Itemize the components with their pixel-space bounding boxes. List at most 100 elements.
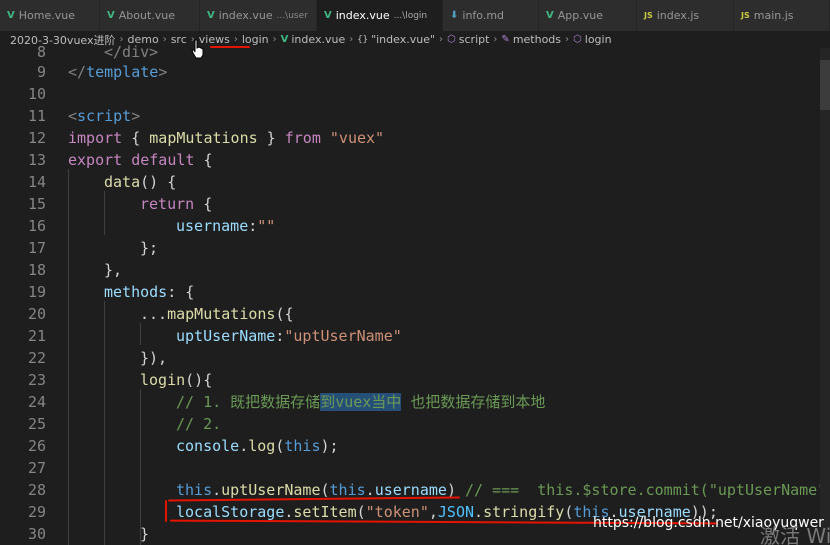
line-number: 15 (27, 195, 46, 213)
code-token: setItem (293, 503, 357, 521)
code-token: : (248, 217, 258, 235)
code-token: script (77, 107, 132, 125)
code-line: 20 ...mapMutations({ (0, 303, 830, 325)
code-token: log (248, 437, 276, 455)
line-number: 8 (36, 43, 46, 61)
code-token: 也把数据存储到本地 (401, 393, 546, 411)
code-line: 22}), (0, 347, 830, 369)
tab-label: About.vue (118, 9, 176, 22)
code-token: </div> (104, 43, 159, 61)
code-token: username (176, 217, 249, 235)
code-line: 24 // 1. 既把数据存储到vuex当中 也把数据存储到本地 (0, 391, 830, 413)
tab-path-hint: ...\login (393, 10, 428, 21)
line-number: 25 (27, 415, 46, 433)
code-token: : { (167, 283, 195, 301)
code-line: 8 </div> (0, 41, 830, 63)
code-token: JSON (437, 503, 475, 521)
code-line: 14 data() { (0, 171, 830, 193)
line-number: 13 (27, 151, 46, 169)
tab-label: App.vue (557, 9, 603, 22)
code-token: }), (140, 349, 168, 367)
vue-icon: V (107, 10, 115, 21)
code-token: < (68, 107, 78, 125)
code-token: ({ (275, 305, 294, 323)
code-token: . (212, 481, 222, 499)
code-token: "token" (365, 503, 429, 521)
tab-bar: V Home.vue V About.vue Vindex.vue ...\user Vin… (0, 0, 830, 31)
code-line: 10 (0, 83, 830, 105)
js-icon: JS (644, 11, 653, 20)
tab-app-vue[interactable]: V App.vue (539, 0, 637, 31)
code-token: this (284, 437, 321, 455)
line-number: 12 (27, 129, 46, 147)
tab-label: index.vue (335, 9, 390, 22)
code-token: { (122, 129, 150, 147)
code-line: 11 <script> (0, 105, 830, 127)
line-number: 27 (27, 459, 46, 477)
vertical-scrollbar[interactable] (820, 48, 830, 545)
vue-icon: V (207, 10, 215, 21)
code-token: import (68, 129, 123, 147)
code-token: ( (320, 481, 330, 499)
line-number: 30 (27, 525, 46, 543)
code-token: }, (104, 261, 123, 279)
tab-index-vue[interactable]: Vindex.vue ...\login (317, 0, 443, 31)
line-number: 10 (27, 85, 46, 103)
code-token: this (176, 481, 213, 499)
code-token: stringify (483, 503, 565, 521)
code-token: ); (320, 437, 339, 455)
tab-main-js[interactable]: JS main.js (734, 0, 830, 31)
code-token: { (194, 195, 213, 213)
code-token: localStorage (176, 503, 285, 521)
code-token: return (140, 195, 195, 213)
code-token: // === this.$store.commit("uptUserName" (465, 481, 827, 499)
vue-icon: V (546, 10, 554, 21)
tab-label: main.js (753, 9, 794, 22)
code-line: 9 </template> (0, 61, 830, 83)
code-token: "uptUserName" (284, 327, 402, 345)
tab-label: index.js (656, 9, 700, 22)
code-line: 19 methods: { (0, 281, 830, 303)
tab-info-md[interactable]: ⬇ info.md (443, 0, 539, 31)
code-token: > (158, 63, 168, 81)
tab-about-vue[interactable]: V About.vue (100, 0, 200, 31)
code-token: { (194, 151, 213, 169)
code-token: } (140, 525, 150, 543)
code-editor[interactable]: 8 </div> 9 </template> 10 11 <script> 12 imp… (0, 43, 830, 545)
tab-label: Home.vue (18, 9, 75, 22)
code-token: from (284, 129, 321, 147)
tab-label: index.vue (218, 9, 273, 22)
line-number: 17 (27, 239, 46, 257)
code-token: </ (68, 63, 87, 81)
scrollbar-thumb[interactable] (820, 60, 830, 110)
vue-icon: V (7, 10, 15, 21)
code-token: export (68, 151, 123, 169)
line-number: 18 (27, 261, 46, 279)
line-number: 21 (27, 327, 46, 345)
vue-icon: V (324, 10, 332, 21)
code-token: methods (104, 283, 168, 301)
line-number: 22 (27, 349, 46, 367)
code-token: . (365, 481, 375, 499)
code-token: (){ (185, 371, 213, 389)
line-number: 20 (27, 305, 46, 323)
code-line: 18}, (0, 259, 830, 281)
tab-index-vue[interactable]: Vindex.vue ...\user (200, 0, 317, 31)
tab-home-vue[interactable]: V Home.vue (0, 0, 100, 31)
code-token: mapMutations (167, 305, 276, 323)
code-line: 23 login(){ (0, 369, 830, 391)
line-number: 24 (27, 393, 46, 411)
code-line: 12 import { mapMutations } from "vuex" (0, 127, 830, 149)
code-line: 15 return { (0, 193, 830, 215)
code-token: . (474, 503, 484, 521)
code-line: 27 (0, 457, 830, 479)
code-line: 25 // 2. (0, 413, 830, 435)
code-token: this (329, 481, 366, 499)
code-line: 13 export default { (0, 149, 830, 171)
line-number: 19 (27, 283, 46, 301)
code-token: uptUserName (221, 481, 321, 499)
tab-index-js[interactable]: JS index.js (637, 0, 734, 31)
code-line: 17}; (0, 237, 830, 259)
tab-path-hint: ...\user (276, 10, 308, 21)
code-token: data (104, 173, 141, 191)
